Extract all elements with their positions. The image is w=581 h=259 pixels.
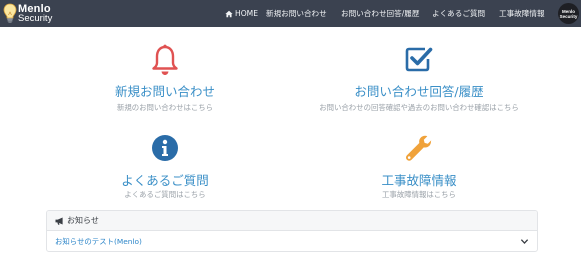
- tile-faq[interactable]: よくあるご質問 よくあるご質問はこちら: [95, 132, 235, 202]
- tile-inquiry-history-subtitle: お問い合わせの回答確認や過去のお問い合わせ確認はこちら: [319, 103, 519, 112]
- nav-inquiry-history-label: お問い合わせ回答/履歴: [341, 9, 420, 18]
- nav-new-inquiry[interactable]: 新規お問い合わせ: [266, 0, 327, 27]
- notice-panel: お知らせ お知らせのテスト(Menlo): [46, 210, 538, 252]
- bell-icon: [152, 44, 178, 75]
- lightbulb-icon: [3, 3, 17, 23]
- info-icon: [152, 135, 178, 161]
- nav-home-label: HOME: [235, 9, 259, 18]
- megaphone-icon: [55, 216, 63, 225]
- home-icon: [225, 10, 233, 17]
- user-avatar[interactable]: Menlo Security: [558, 3, 579, 24]
- tile-inquiry-history-title: お問い合わせ回答/履歴: [354, 84, 484, 99]
- avatar-text-line2: Security: [559, 13, 578, 19]
- notice-heading: お知らせ: [67, 216, 99, 225]
- tile-construction-failure-subtitle: 工事故障情報はこちら: [382, 190, 456, 199]
- tile-construction-failure-title: 工事故障情報: [381, 173, 457, 188]
- nav-faq-label: よくあるご質問: [432, 9, 486, 18]
- nav-construction-failure-label: 工事故障情報: [499, 9, 545, 18]
- checkbox-icon: [405, 47, 433, 72]
- nav-new-inquiry-label: 新規お問い合わせ: [266, 9, 327, 18]
- logo-text-line1: Menlo: [18, 2, 51, 15]
- tile-construction-failure[interactable]: 工事故障情報 工事故障情報はこちら: [349, 132, 489, 202]
- tile-new-inquiry-title: 新規お問い合わせ: [114, 84, 215, 99]
- notice-header: お知らせ: [47, 211, 537, 231]
- top-navbar: Menlo Security HOME 新規お問い合わせ お問い合わせ回答/履歴…: [0, 0, 581, 27]
- notice-item-link[interactable]: お知らせのテスト(Menlo): [55, 236, 142, 247]
- tile-faq-title: よくあるご質問: [121, 173, 209, 188]
- nav-inquiry-history[interactable]: お問い合わせ回答/履歴: [341, 0, 420, 27]
- tile-inquiry-history[interactable]: お問い合わせ回答/履歴 お問い合わせの回答確認や過去のお問い合わせ確認はこちら: [305, 40, 533, 115]
- notice-item[interactable]: お知らせのテスト(Menlo): [47, 231, 537, 251]
- tile-faq-subtitle: よくあるご質問はこちら: [124, 190, 206, 199]
- nav-construction-failure[interactable]: 工事故障情報: [499, 0, 545, 27]
- nav-faq[interactable]: よくあるご質問: [432, 0, 485, 27]
- tile-new-inquiry-subtitle: 新規のお問い合わせはこちら: [116, 103, 214, 112]
- wrench-icon: [406, 135, 432, 161]
- menlo-security-logo[interactable]: Menlo Security: [3, 2, 61, 25]
- chevron-down-icon[interactable]: [520, 237, 529, 246]
- nav-home[interactable]: HOME: [225, 0, 258, 27]
- tile-new-inquiry[interactable]: 新規お問い合わせ 新規のお問い合わせはこちら: [80, 40, 250, 115]
- logo-text-line2: Security: [18, 12, 53, 24]
